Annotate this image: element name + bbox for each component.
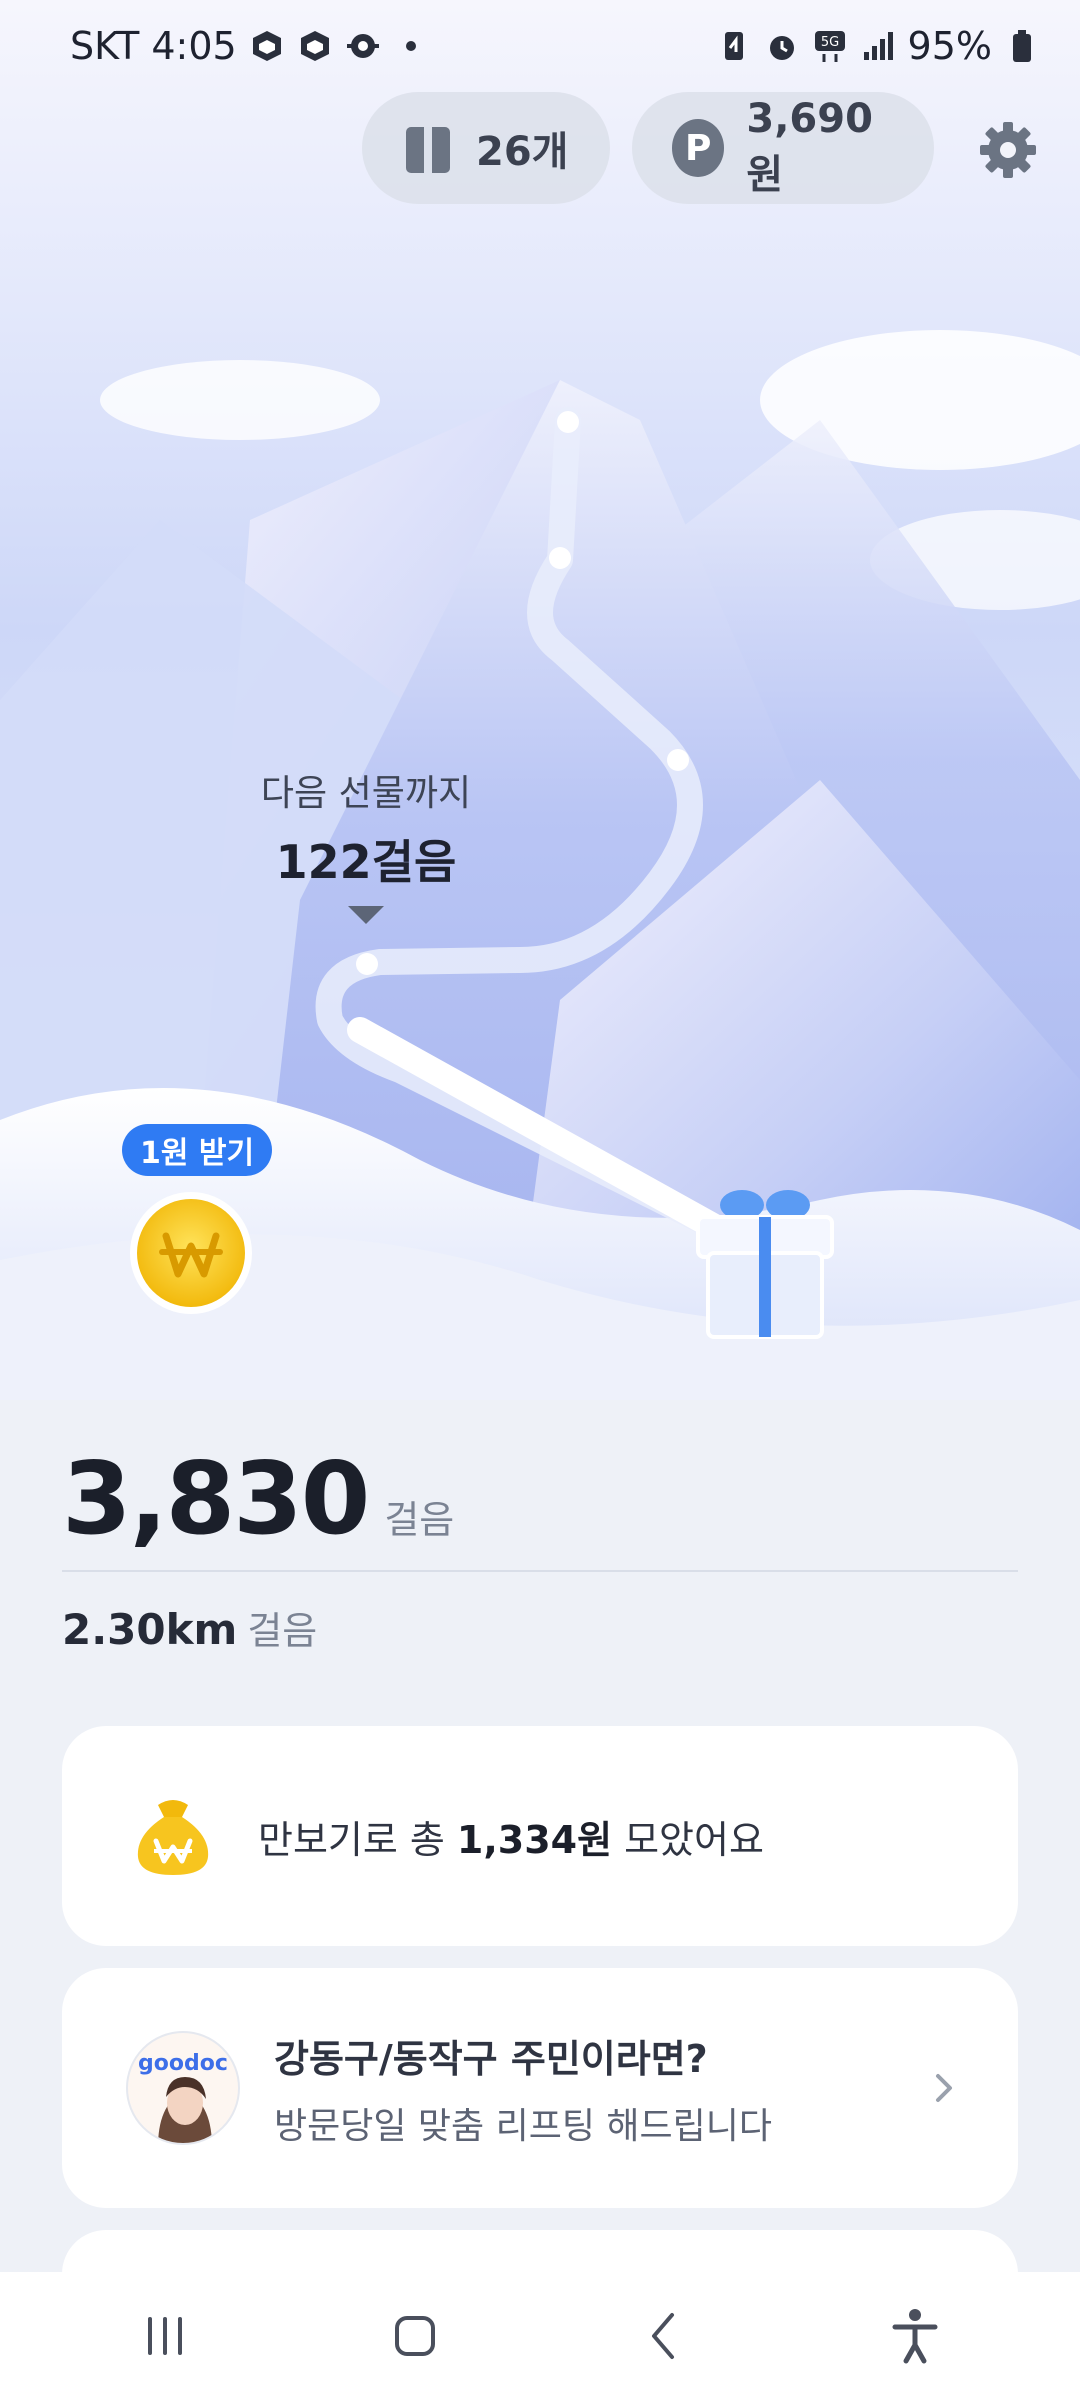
alarm-icon — [769, 36, 794, 60]
money-bag-icon — [137, 1800, 209, 1875]
5g-icon: 5G — [814, 31, 845, 62]
won-coin-icon[interactable] — [128, 1190, 254, 1316]
back-icon[interactable] — [620, 2291, 710, 2381]
bug-icon — [346, 34, 379, 58]
ad-avatar: goodoc — [126, 2031, 240, 2145]
step-count: 3,830 걸음 — [62, 1440, 454, 1557]
distance-unit: 걸음 — [247, 1609, 318, 1653]
ad-subtitle: 방문당일 맞춤 리프팅 해드립니다 — [274, 2105, 773, 2147]
point-icon: P — [672, 119, 725, 177]
mountain-scene: 다음 선물까지 122걸음 1원 받기 — [0, 0, 1080, 1400]
coin-reward-badge[interactable]: 1원 받기 — [122, 1124, 273, 1176]
recent-apps-icon[interactable] — [120, 2291, 210, 2381]
next-gift-steps: 122걸음 — [275, 835, 457, 889]
carrier-time: SKT 4:05 — [70, 24, 237, 68]
divider — [62, 1570, 1018, 1572]
dot-icon — [405, 41, 416, 51]
total-prefix: 만보기로 총 — [258, 1817, 445, 1862]
cube-icon — [252, 31, 281, 61]
distance: 2.30km 걸음 — [62, 1600, 317, 1655]
status-bar: SKT 4:05 5G 95% — [0, 0, 1080, 92]
cube-icon — [300, 31, 329, 61]
gift-box-icon[interactable] — [690, 1185, 840, 1345]
point-balance: 3,690원 — [746, 96, 873, 198]
system-nav-bar — [0, 2272, 1080, 2400]
next-gift-label: 다음 선물까지 — [260, 773, 472, 814]
chevron-right-icon[interactable] — [924, 2068, 964, 2108]
total-earnings-card[interactable]: 만보기로 총 1,334원 모았어요 — [62, 1726, 1018, 1946]
home-icon[interactable] — [370, 2291, 460, 2381]
total-suffix: 모았어요 — [624, 1817, 764, 1862]
settings-gear-icon[interactable] — [976, 118, 1040, 182]
gift-card-icon — [406, 127, 450, 173]
next-gift-callout: 다음 선물까지 122걸음 — [226, 764, 506, 924]
total-amount: 1,334원 — [456, 1817, 613, 1862]
battery-saver-icon — [724, 32, 743, 60]
signal-icon — [863, 32, 893, 60]
accessibility-icon[interactable] — [870, 2291, 960, 2381]
gift-count: 26개 — [476, 129, 569, 175]
step-count-unit: 걸음 — [384, 1498, 455, 1542]
gift-count-chip[interactable]: 26개 — [362, 92, 610, 204]
callout-pointer-icon — [348, 906, 384, 924]
svg-text:5G: 5G — [820, 35, 838, 50]
person-portrait-icon — [158, 2077, 212, 2143]
distance-value: 2.30km — [62, 1605, 238, 1654]
ad-title: 강동구/동작구 주민이라면? — [274, 2036, 708, 2081]
step-count-value: 3,830 — [62, 1440, 370, 1557]
battery-percent: 95% — [907, 24, 992, 68]
point-balance-chip[interactable]: P 3,690원 — [632, 92, 934, 204]
ad-card[interactable]: goodoc 강동구/동작구 주민이라면? 방문당일 맞춤 리프팅 해드립니다 — [62, 1968, 1018, 2208]
battery-icon — [1013, 30, 1031, 62]
